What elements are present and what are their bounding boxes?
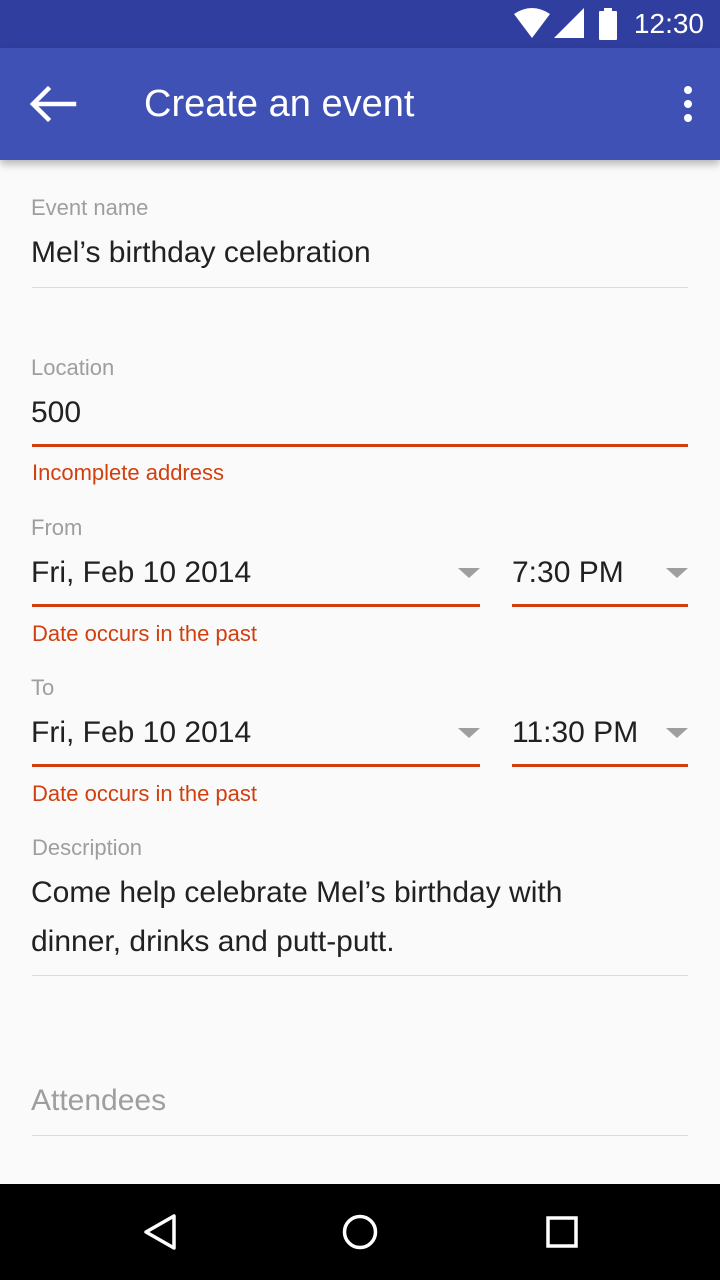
status-bar: 12:30 [0, 0, 720, 48]
to-label: To [31, 675, 55, 700]
to-time-underline [512, 764, 688, 767]
from-date-underline [32, 604, 480, 607]
to-error: Date occurs in the past [32, 781, 258, 806]
event-name-field[interactable]: Mel’s birthday celebration [31, 233, 371, 273]
from-time-select[interactable]: 7:30 PM [512, 553, 624, 593]
from-date-select[interactable]: Fri, Feb 10 2014 [31, 553, 251, 593]
attendees-field[interactable]: Attendees [31, 1081, 166, 1121]
description-line-2: dinner, drinks and putt-putt. [31, 925, 395, 958]
arrow-back-icon[interactable] [24, 76, 80, 132]
wifi-icon [514, 8, 550, 38]
from-label: From [31, 515, 83, 540]
app-bar: Create an event [0, 48, 720, 160]
battery-icon [599, 8, 617, 40]
description-underline [32, 975, 688, 976]
navigation-bar [0, 1184, 720, 1280]
recents-square-icon[interactable] [542, 1212, 582, 1252]
description-line-1: Come help celebrate Mel’s birthday with [31, 876, 563, 909]
signal-icon [554, 8, 584, 38]
page-title: Create an event [144, 83, 415, 125]
more-vert-icon[interactable] [652, 80, 700, 128]
back-triangle-icon[interactable] [140, 1212, 180, 1252]
to-time-dropdown-icon[interactable] [666, 728, 688, 738]
attendees-underline [32, 1135, 688, 1136]
to-date-underline [32, 764, 480, 767]
from-time-dropdown-icon[interactable] [666, 568, 688, 578]
event-name-underline [32, 287, 688, 288]
status-time: 12:30 [633, 8, 704, 39]
to-date-select[interactable]: Fri, Feb 10 2014 [31, 713, 251, 753]
location-field[interactable]: 500 [31, 393, 81, 433]
home-circle-icon[interactable] [340, 1212, 380, 1252]
description-label: Description [32, 835, 143, 860]
event-name-label: Event name [31, 195, 149, 220]
location-error: Incomplete address [32, 460, 224, 485]
event-form: Event name Mel’s birthday celebration Lo… [0, 160, 720, 1184]
to-time-select[interactable]: 11:30 PM [512, 713, 638, 753]
location-label: Location [31, 355, 115, 380]
from-time-underline [512, 604, 688, 607]
to-date-dropdown-icon[interactable] [458, 728, 480, 738]
from-error: Date occurs in the past [32, 621, 258, 646]
location-underline [32, 444, 688, 447]
from-date-dropdown-icon[interactable] [458, 568, 480, 578]
